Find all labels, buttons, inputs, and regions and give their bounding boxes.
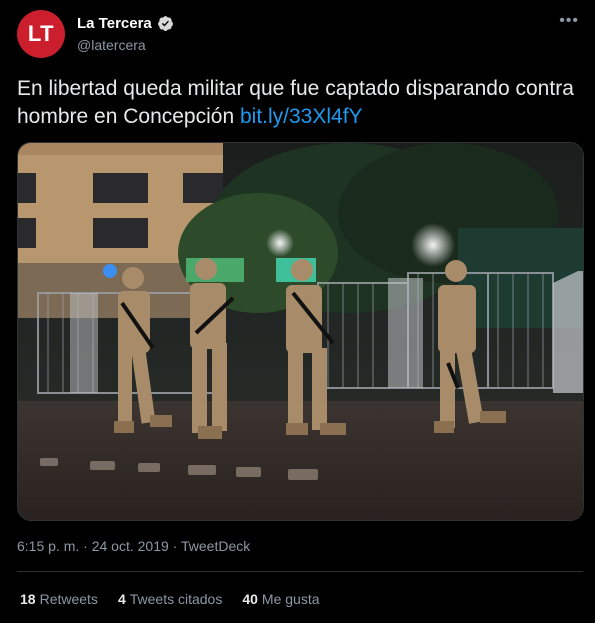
avatar[interactable]: LT [17,10,65,58]
meta-separator: · [168,538,181,554]
quote-tweets-count: 4 [117,591,126,607]
retweets-count: 18 [20,591,36,607]
tweet-meta: 6:15 p. m. · 24 oct. 2019 · TweetDeck [17,538,250,554]
retweets-stat[interactable]: 18 Retweets [20,591,98,607]
tweet-date[interactable]: 24 oct. 2019 [92,538,169,554]
quote-tweets-label: Tweets citados [129,591,223,607]
verified-badge-icon [157,16,173,31]
likes-stat[interactable]: 40 Me gusta [242,591,319,607]
display-name-row: La Tercera [77,15,174,32]
tweet-stats: 18 Retweets 4 Tweets citados 40 Me gusta [20,591,320,607]
account-handle[interactable]: @latercera [77,37,174,53]
more-options-icon[interactable]: ••• [559,12,579,30]
tweet-link[interactable]: bit.ly/33Xl4fY [240,105,363,128]
quote-tweets-stat[interactable]: 4 Tweets citados [118,591,222,607]
photo-image [18,143,583,520]
tweet-text: En libertad queda militar que fue captad… [17,75,577,131]
likes-count: 40 [242,591,258,607]
tweet-photo[interactable] [17,142,584,521]
display-name[interactable]: La Tercera [77,15,152,32]
tweet-time[interactable]: 6:15 p. m. [17,538,79,554]
account-names: La Tercera @latercera [77,15,174,53]
tweet-source[interactable]: TweetDeck [181,538,250,554]
tweet-header: LT La Tercera @latercera ••• [17,10,587,60]
likes-label: Me gusta [261,591,320,607]
divider [17,571,583,572]
meta-separator: · [79,538,92,554]
retweets-label: Retweets [39,591,98,607]
